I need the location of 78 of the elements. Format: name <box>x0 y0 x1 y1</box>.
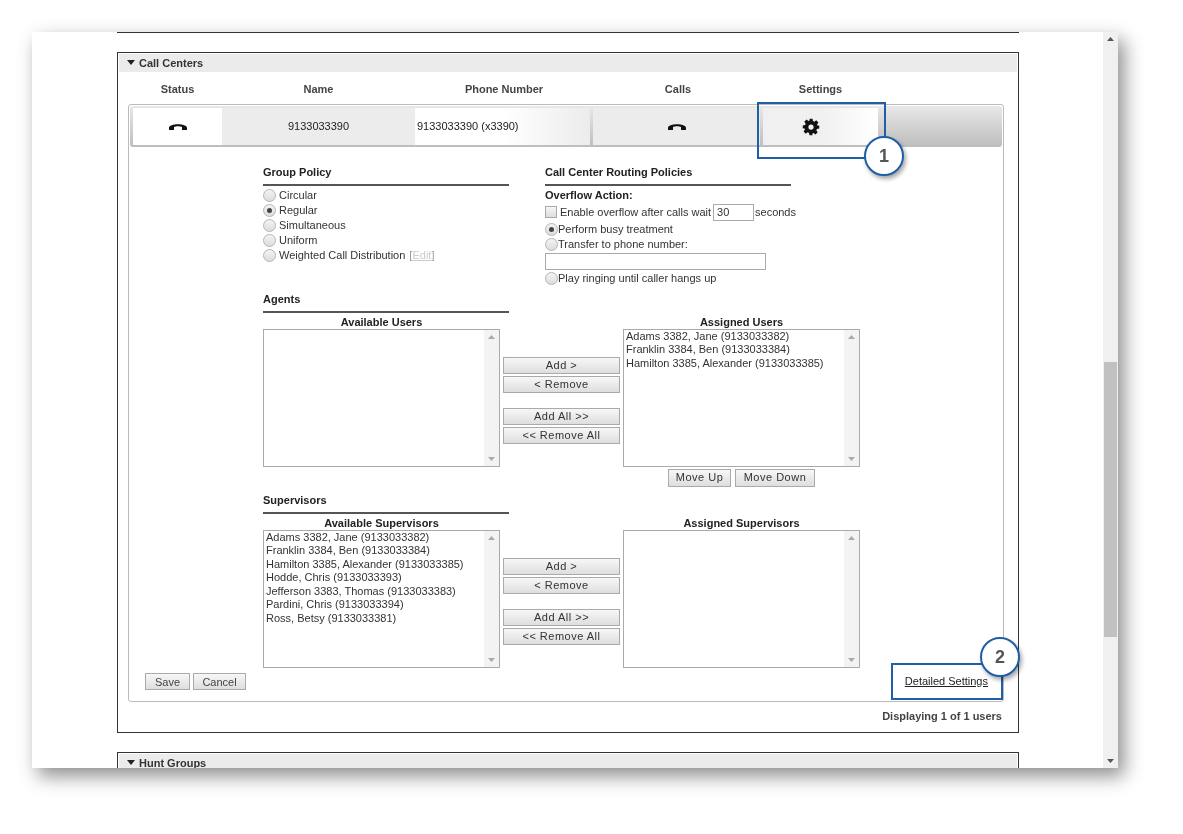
list-button[interactable]: Add All >> <box>503 608 620 626</box>
caret-icon[interactable] <box>127 60 135 66</box>
list-label: Available Users <box>339 314 424 329</box>
seconds-label: seconds <box>755 204 796 220</box>
list-box[interactable] <box>263 529 500 668</box>
list-button[interactable]: << Remove All <box>503 426 620 444</box>
move-button[interactable]: Move Up <box>668 468 731 487</box>
form-button[interactable]: Save <box>145 672 190 690</box>
list-item[interactable]: Franklin 3384, Ben (9133033384) <box>266 544 484 558</box>
phone-number-field[interactable] <box>545 252 766 270</box>
move-button[interactable]: Move Down <box>735 468 815 487</box>
wait-seconds-field[interactable]: 30 <box>713 203 754 221</box>
list-item[interactable]: Ross, Betsy (9133033381) <box>266 611 484 625</box>
list-item[interactable]: Hamilton 3385, Alexander (9133033385) <box>626 356 844 370</box>
column-header: Phone Number <box>463 81 545 97</box>
list-item[interactable]: Hodde, Chris (9133033393) <box>266 571 484 585</box>
radio-label: Circular <box>279 188 317 204</box>
scroll-down-icon[interactable] <box>1107 759 1114 763</box>
column-header: Name <box>302 81 335 97</box>
list-item[interactable]: Jefferson 3383, Thomas (9133033383) <box>266 584 484 598</box>
checkbox-label: Enable overflow after calls wait <box>560 204 711 220</box>
column-header: Calls <box>663 81 693 97</box>
list-button[interactable]: < Remove <box>503 576 620 594</box>
radio-button[interactable] <box>545 237 558 251</box>
section-title: Supervisors <box>263 493 327 506</box>
list-item[interactable]: Adams 3382, Jane (9133033382) <box>266 530 484 544</box>
radio-label: Uniform <box>279 233 318 249</box>
list-button[interactable]: < Remove <box>503 375 620 393</box>
column-header: Status <box>159 81 196 97</box>
list-box[interactable]: Adams 3382, Jane (9133033382) Franklin 3384, Ben (9133033384) Hamilton 3385, Alexander (9133033385) <box>623 328 860 467</box>
name-cell-text: 9133033390 <box>287 119 350 135</box>
phone-icon <box>167 122 188 131</box>
section-header[interactable]: Call Centers <box>119 54 1017 72</box>
list-button[interactable]: Add > <box>503 356 620 374</box>
radio-button[interactable] <box>545 271 558 285</box>
radio-label: Weighted Call Distribution <box>279 248 406 264</box>
page-scrollbar[interactable] <box>1103 32 1118 768</box>
radio-button[interactable] <box>263 234 276 247</box>
scrollbar-thumb[interactable] <box>1104 362 1117 637</box>
phone-icon <box>666 122 687 131</box>
column-header: Settings <box>797 81 844 97</box>
list-item[interactable]: Franklin 3384, Ben (9133033384) <box>626 343 844 357</box>
list-item[interactable]: Adams 3382, Jane (9133033382) <box>626 329 844 343</box>
form-button[interactable]: Cancel <box>193 672 246 690</box>
radio-button[interactable] <box>263 189 276 202</box>
settings-cell[interactable] <box>763 108 878 145</box>
section-title: Group Policy <box>263 166 332 178</box>
list-label: Assigned Supervisors <box>682 515 801 530</box>
radio-button[interactable] <box>263 219 276 232</box>
radio-label: Simultaneous <box>279 218 346 234</box>
overflow-action-label: Overflow Action: <box>545 188 634 203</box>
bracket-text: [ <box>409 248 413 264</box>
phone-number-cell-text: 9133033390 (x3390) <box>416 119 519 135</box>
list-item[interactable]: Hamilton 3385, Alexander (9133033385) <box>266 557 484 571</box>
list-button[interactable]: Add All >> <box>503 407 620 425</box>
radio-button[interactable] <box>545 222 558 236</box>
radio-button[interactable] <box>263 249 276 262</box>
settings-icon[interactable] <box>801 117 820 136</box>
detailed-settings-link[interactable]: Detailed Settings <box>904 674 988 688</box>
radio-label: Play ringing until caller hangs up <box>558 270 717 286</box>
radio-button[interactable] <box>263 204 276 217</box>
radio-label: Perform busy treatment <box>558 221 673 237</box>
list-item[interactable]: Pardini, Chris (9133033394) <box>266 598 484 612</box>
radio-label: Transfer to phone number: <box>558 236 688 252</box>
list-label: Available Supervisors <box>323 515 440 530</box>
bracket-text: ] <box>431 248 435 264</box>
list-button[interactable]: << Remove All <box>503 627 620 645</box>
list-label: Assigned Users <box>698 314 785 329</box>
section-title: Call Centers <box>139 55 204 71</box>
section-title: Call Center Routing Policies <box>545 166 693 178</box>
radio-label: Regular <box>279 203 318 219</box>
user-row[interactable]: 9133033390 9133033390 (x3390) <box>130 106 1002 147</box>
scroll-up-icon[interactable] <box>1107 37 1114 41</box>
caret-icon[interactable] <box>127 760 135 766</box>
pagination-info: Displaying 1 of 1 users <box>882 708 1002 724</box>
section-title: Agents <box>263 292 301 305</box>
checkbox[interactable] <box>545 206 557 218</box>
list-button[interactable]: Add > <box>503 557 620 575</box>
